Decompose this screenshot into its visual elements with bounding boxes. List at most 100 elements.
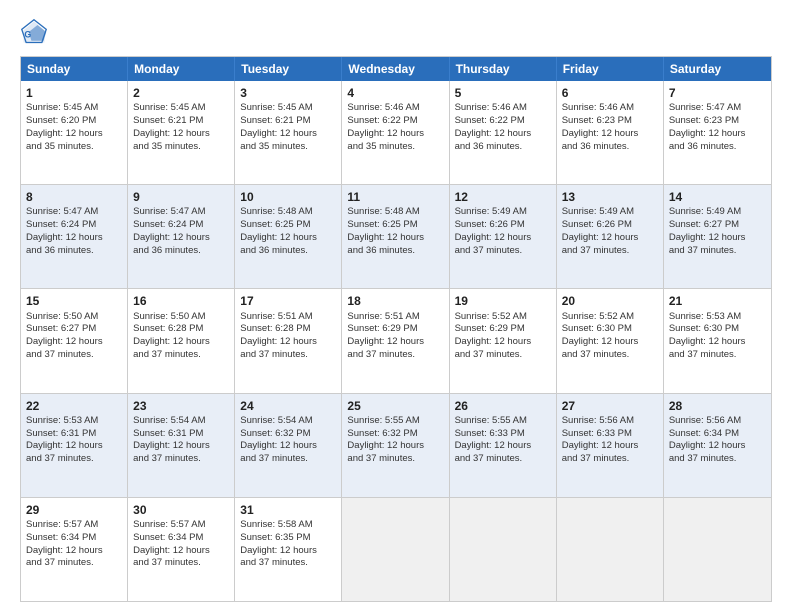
day-number: 18 bbox=[347, 293, 443, 309]
cal-cell: 28Sunrise: 5:56 AMSunset: 6:34 PMDayligh… bbox=[664, 394, 771, 497]
day-info: Sunset: 6:34 PM bbox=[669, 428, 766, 441]
day-info: Sunrise: 5:56 AM bbox=[669, 415, 766, 428]
day-info: Daylight: 12 hours bbox=[240, 336, 336, 349]
cal-cell: 1Sunrise: 5:45 AMSunset: 6:20 PMDaylight… bbox=[21, 81, 128, 184]
day-number: 4 bbox=[347, 85, 443, 101]
day-info: Daylight: 12 hours bbox=[133, 128, 229, 141]
day-info: Sunrise: 5:51 AM bbox=[240, 311, 336, 324]
day-info: and 37 minutes. bbox=[455, 453, 551, 466]
day-info: Daylight: 12 hours bbox=[26, 232, 122, 245]
cal-cell: 22Sunrise: 5:53 AMSunset: 6:31 PMDayligh… bbox=[21, 394, 128, 497]
day-info: Sunset: 6:31 PM bbox=[26, 428, 122, 441]
day-number: 3 bbox=[240, 85, 336, 101]
day-info: and 37 minutes. bbox=[133, 349, 229, 362]
day-info: Daylight: 12 hours bbox=[133, 440, 229, 453]
logo-icon: G bbox=[20, 18, 48, 46]
day-info: Sunrise: 5:57 AM bbox=[26, 519, 122, 532]
day-info: Sunrise: 5:53 AM bbox=[26, 415, 122, 428]
day-info: and 36 minutes. bbox=[240, 245, 336, 258]
day-number: 31 bbox=[240, 502, 336, 518]
day-info: Sunset: 6:21 PM bbox=[240, 115, 336, 128]
cal-header-thursday: Thursday bbox=[450, 57, 557, 81]
day-info: and 37 minutes. bbox=[347, 349, 443, 362]
day-number: 17 bbox=[240, 293, 336, 309]
calendar-header: SundayMondayTuesdayWednesdayThursdayFrid… bbox=[21, 57, 771, 81]
day-info: and 36 minutes. bbox=[26, 245, 122, 258]
day-number: 22 bbox=[26, 398, 122, 414]
cal-cell: 5Sunrise: 5:46 AMSunset: 6:22 PMDaylight… bbox=[450, 81, 557, 184]
day-number: 11 bbox=[347, 189, 443, 205]
cal-cell: 20Sunrise: 5:52 AMSunset: 6:30 PMDayligh… bbox=[557, 289, 664, 392]
day-number: 14 bbox=[669, 189, 766, 205]
cal-cell: 25Sunrise: 5:55 AMSunset: 6:32 PMDayligh… bbox=[342, 394, 449, 497]
cal-cell: 26Sunrise: 5:55 AMSunset: 6:33 PMDayligh… bbox=[450, 394, 557, 497]
day-number: 10 bbox=[240, 189, 336, 205]
cal-cell: 15Sunrise: 5:50 AMSunset: 6:27 PMDayligh… bbox=[21, 289, 128, 392]
day-info: Daylight: 12 hours bbox=[347, 128, 443, 141]
cal-cell: 8Sunrise: 5:47 AMSunset: 6:24 PMDaylight… bbox=[21, 185, 128, 288]
day-info: and 36 minutes. bbox=[455, 141, 551, 154]
cal-cell: 13Sunrise: 5:49 AMSunset: 6:26 PMDayligh… bbox=[557, 185, 664, 288]
cal-header-saturday: Saturday bbox=[664, 57, 771, 81]
day-number: 21 bbox=[669, 293, 766, 309]
day-info: Daylight: 12 hours bbox=[133, 336, 229, 349]
day-info: Sunrise: 5:46 AM bbox=[347, 102, 443, 115]
day-info: Sunrise: 5:47 AM bbox=[26, 206, 122, 219]
cal-header-tuesday: Tuesday bbox=[235, 57, 342, 81]
day-info: Daylight: 12 hours bbox=[347, 336, 443, 349]
day-info: Sunset: 6:34 PM bbox=[26, 532, 122, 545]
day-info: Daylight: 12 hours bbox=[347, 440, 443, 453]
day-info: Sunset: 6:27 PM bbox=[26, 323, 122, 336]
day-info: Daylight: 12 hours bbox=[347, 232, 443, 245]
day-info: Sunset: 6:31 PM bbox=[133, 428, 229, 441]
cal-header-monday: Monday bbox=[128, 57, 235, 81]
cal-header-friday: Friday bbox=[557, 57, 664, 81]
day-info: Sunrise: 5:49 AM bbox=[669, 206, 766, 219]
day-info: and 37 minutes. bbox=[562, 349, 658, 362]
day-info: and 37 minutes. bbox=[26, 349, 122, 362]
day-info: Daylight: 12 hours bbox=[26, 545, 122, 558]
cal-cell: 24Sunrise: 5:54 AMSunset: 6:32 PMDayligh… bbox=[235, 394, 342, 497]
day-info: Sunset: 6:24 PM bbox=[26, 219, 122, 232]
day-info: Sunrise: 5:49 AM bbox=[562, 206, 658, 219]
cal-cell: 19Sunrise: 5:52 AMSunset: 6:29 PMDayligh… bbox=[450, 289, 557, 392]
cal-cell: 29Sunrise: 5:57 AMSunset: 6:34 PMDayligh… bbox=[21, 498, 128, 601]
day-number: 20 bbox=[562, 293, 658, 309]
day-info: Daylight: 12 hours bbox=[562, 232, 658, 245]
day-number: 19 bbox=[455, 293, 551, 309]
day-info: Sunrise: 5:46 AM bbox=[455, 102, 551, 115]
day-info: and 37 minutes. bbox=[240, 349, 336, 362]
day-info: and 37 minutes. bbox=[669, 453, 766, 466]
day-info: and 37 minutes. bbox=[347, 453, 443, 466]
day-info: and 37 minutes. bbox=[240, 453, 336, 466]
day-info: Sunset: 6:22 PM bbox=[455, 115, 551, 128]
day-info: Daylight: 12 hours bbox=[240, 440, 336, 453]
day-info: Sunrise: 5:52 AM bbox=[562, 311, 658, 324]
day-info: and 35 minutes. bbox=[26, 141, 122, 154]
day-info: Sunrise: 5:48 AM bbox=[347, 206, 443, 219]
day-info: Sunset: 6:25 PM bbox=[347, 219, 443, 232]
cal-cell bbox=[342, 498, 449, 601]
day-info: Sunrise: 5:55 AM bbox=[347, 415, 443, 428]
cal-cell bbox=[450, 498, 557, 601]
day-info: Daylight: 12 hours bbox=[240, 545, 336, 558]
day-info: Sunset: 6:29 PM bbox=[455, 323, 551, 336]
day-number: 7 bbox=[669, 85, 766, 101]
day-info: Daylight: 12 hours bbox=[133, 545, 229, 558]
day-info: Daylight: 12 hours bbox=[562, 440, 658, 453]
day-number: 15 bbox=[26, 293, 122, 309]
day-info: and 36 minutes. bbox=[347, 245, 443, 258]
day-info: and 35 minutes. bbox=[133, 141, 229, 154]
header: G bbox=[20, 18, 772, 46]
cal-cell bbox=[557, 498, 664, 601]
day-number: 26 bbox=[455, 398, 551, 414]
day-info: Sunrise: 5:48 AM bbox=[240, 206, 336, 219]
day-info: Sunrise: 5:52 AM bbox=[455, 311, 551, 324]
logo: G bbox=[20, 18, 52, 46]
day-info: Sunrise: 5:46 AM bbox=[562, 102, 658, 115]
day-info: Daylight: 12 hours bbox=[455, 232, 551, 245]
day-info: Daylight: 12 hours bbox=[455, 440, 551, 453]
day-number: 2 bbox=[133, 85, 229, 101]
day-number: 6 bbox=[562, 85, 658, 101]
day-info: Daylight: 12 hours bbox=[669, 232, 766, 245]
